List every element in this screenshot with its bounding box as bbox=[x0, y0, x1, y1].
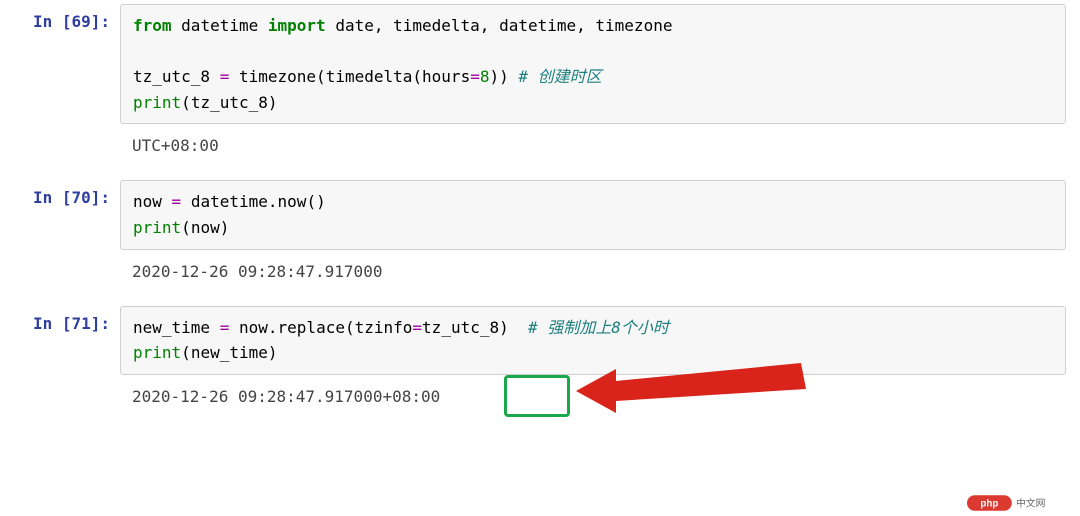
kwarg-name: tzinfo bbox=[355, 318, 413, 337]
var-arg: now bbox=[191, 218, 220, 237]
notebook-viewport: In [69]: from datetime import date, time… bbox=[0, 4, 1080, 516]
dot-operator: . bbox=[268, 192, 278, 211]
keyword-from: from bbox=[133, 16, 172, 35]
kwarg-equals: = bbox=[412, 318, 422, 337]
stdout-output: 2020-12-26 09:28:47.917000+08:00 bbox=[120, 379, 1066, 485]
r-paren: ) bbox=[499, 318, 509, 337]
var-lhs: new_time bbox=[133, 318, 210, 337]
obj-now: now bbox=[239, 318, 268, 337]
input-cell-71: In [71]: new_time = now.replace(tzinfo=t… bbox=[0, 306, 1080, 375]
stdout-output: UTC+08:00 bbox=[120, 128, 1066, 162]
code-input[interactable]: from datetime import date, timedelta, da… bbox=[120, 4, 1066, 124]
code-input[interactable]: new_time = now.replace(tzinfo=tz_utc_8) … bbox=[120, 306, 1066, 375]
var-lhs: now bbox=[133, 192, 162, 211]
dot-operator: . bbox=[268, 318, 278, 337]
output-prompt-blank bbox=[0, 254, 120, 262]
var-arg: new_time bbox=[191, 343, 268, 362]
stdout-output: 2020-12-26 09:28:47.917000 bbox=[120, 254, 1066, 288]
output-cell-71: 2020-12-26 09:28:47.917000+08:00 bbox=[0, 379, 1080, 485]
kwarg-value: tz_utc_8 bbox=[422, 318, 499, 337]
r-paren: ) bbox=[220, 218, 230, 237]
var-lhs: tz_utc_8 bbox=[133, 67, 210, 86]
l-paren: ( bbox=[181, 93, 191, 112]
obj-datetime: datetime bbox=[191, 192, 268, 211]
l-paren: ( bbox=[181, 218, 191, 237]
output-cell-70: 2020-12-26 09:28:47.917000 bbox=[0, 254, 1080, 288]
output-prefix: 2020-12-26 09:28:47.917000 bbox=[132, 387, 382, 406]
method-replace: replace bbox=[278, 318, 345, 337]
paren: () bbox=[306, 192, 325, 211]
output-tz-offset: +08:00 bbox=[382, 387, 440, 406]
r-paren: ) bbox=[268, 93, 278, 112]
kwarg-equals: = bbox=[470, 67, 480, 86]
output-cell-69: UTC+08:00 bbox=[0, 128, 1080, 162]
imported-names: date, timedelta, datetime, timezone bbox=[335, 16, 672, 35]
equals-operator: = bbox=[172, 192, 182, 211]
builtin-print: print bbox=[133, 218, 181, 237]
code-input[interactable]: now = datetime.now() print(now) bbox=[120, 180, 1066, 249]
comment: # 创建时区 bbox=[518, 67, 601, 86]
watermark-text: 中文网 bbox=[1016, 497, 1045, 510]
kwarg-name: hours bbox=[422, 67, 470, 86]
l-paren: ( bbox=[316, 67, 326, 86]
watermark-logo: php 中文网 bbox=[967, 492, 1072, 514]
input-prompt: In [71]: bbox=[0, 306, 120, 333]
var-arg: tz_utc_8 bbox=[191, 93, 268, 112]
equals-operator: = bbox=[220, 318, 230, 337]
comment: # 强制加上8个小时 bbox=[528, 318, 669, 337]
method-now: now bbox=[278, 192, 307, 211]
call-timezone: timezone bbox=[239, 67, 316, 86]
builtin-print: print bbox=[133, 93, 181, 112]
output-prompt-blank bbox=[0, 128, 120, 136]
input-cell-70: In [70]: now = datetime.now() print(now) bbox=[0, 180, 1080, 249]
watermark-brand: php bbox=[980, 499, 998, 510]
input-cell-69: In [69]: from datetime import date, time… bbox=[0, 4, 1080, 124]
module-name: datetime bbox=[181, 16, 258, 35]
builtin-print: print bbox=[133, 343, 181, 362]
l-paren: ( bbox=[345, 318, 355, 337]
equals-operator: = bbox=[220, 67, 230, 86]
r-paren: )) bbox=[489, 67, 508, 86]
l-paren: ( bbox=[181, 343, 191, 362]
input-prompt: In [69]: bbox=[0, 4, 120, 31]
call-timedelta: timedelta bbox=[326, 67, 413, 86]
output-prompt-blank bbox=[0, 379, 120, 387]
highlight-box bbox=[504, 375, 570, 417]
input-prompt: In [70]: bbox=[0, 180, 120, 207]
keyword-import: import bbox=[268, 16, 326, 35]
l-paren: ( bbox=[412, 67, 422, 86]
r-paren: ) bbox=[268, 343, 278, 362]
